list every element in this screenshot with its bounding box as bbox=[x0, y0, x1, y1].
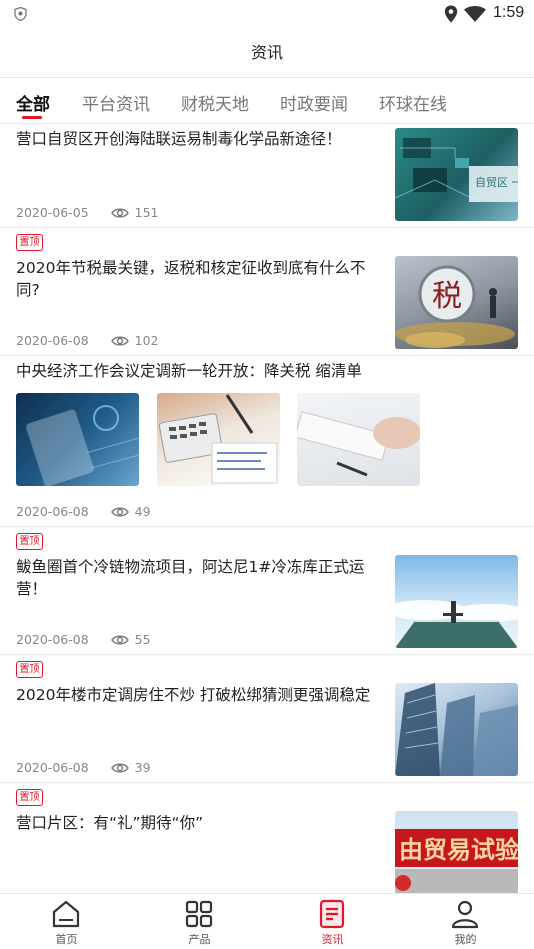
article-meta: 2020-06-08 102 bbox=[16, 333, 159, 348]
eye-icon bbox=[110, 763, 129, 772]
article-date: 2020-06-08 bbox=[16, 333, 89, 348]
article-title: 鲅鱼圈首个冷链物流项目，阿达尼1#冷冻库正式运营！ bbox=[16, 558, 365, 598]
article-date: 2020-06-05 bbox=[16, 205, 89, 220]
thumb-text: 由贸易试验 bbox=[399, 836, 518, 864]
nav-label: 我的 bbox=[454, 933, 477, 946]
nav-products[interactable]: 产品 bbox=[133, 894, 266, 949]
news-item[interactable]: 置顶 营口片区：有“礼”期待“你” 由贸易试验 bbox=[0, 783, 534, 893]
article-title: 中央经济工作会议定调新一轮开放：降关税 缩清单 bbox=[16, 362, 362, 380]
skyscrapers-image[interactable] bbox=[395, 683, 518, 776]
eye-icon bbox=[110, 208, 129, 217]
bottom-navigation: 首页 产品 资讯 我的 bbox=[0, 893, 534, 949]
news-feed[interactable]: 营口自贸区开创海陆联运易制毒化学品新途径！ 2020-06-05 151 自贸区… bbox=[0, 125, 534, 893]
home-icon bbox=[52, 900, 80, 928]
article-title: 营口自贸区开创海陆联运易制毒化学品新途径！ bbox=[16, 130, 342, 148]
category-tabs: 全部 平台资讯 财税天地 时政要闻 环球在线 bbox=[0, 78, 534, 124]
article-views: 55 bbox=[134, 632, 151, 647]
wifi-icon bbox=[464, 6, 486, 22]
pinned-badge: 置顶 bbox=[16, 234, 43, 251]
news-item[interactable]: 置顶 鲅鱼圈首个冷链物流项目，阿达尼1#冷冻库正式运营！ 2020-06-08 … bbox=[0, 527, 534, 655]
article-title: 2020年节税最关键，返税和核定征收到底有什么不同? bbox=[16, 259, 366, 299]
tax-coins-image[interactable]: 税 bbox=[395, 256, 518, 349]
article-title: 营口片区：有“礼”期待“你” bbox=[16, 814, 204, 832]
location-icon bbox=[444, 5, 458, 23]
person-icon bbox=[451, 900, 479, 929]
status-time: 1:59 bbox=[493, 4, 525, 21]
article-meta: 2020-06-08 55 bbox=[16, 632, 151, 647]
page-title: 资讯 bbox=[0, 30, 534, 78]
circuit-board-image[interactable]: 自贸区 一站式服 bbox=[395, 128, 518, 221]
article-meta: 2020-06-08 39 bbox=[16, 760, 151, 775]
thumb-text: 税 bbox=[432, 279, 462, 314]
nav-label: 产品 bbox=[188, 933, 211, 946]
tab-current-affairs[interactable]: 时政要闻 bbox=[280, 90, 348, 115]
calculator-document-image[interactable] bbox=[157, 393, 280, 486]
news-item[interactable]: 中央经济工作会议定调新一轮开放：降关税 缩清单 2020-06-08 49 bbox=[0, 356, 534, 527]
eye-icon bbox=[110, 507, 129, 516]
thumb-text: 自贸区 一站式服 bbox=[475, 175, 518, 189]
tab-platform-news[interactable]: 平台资讯 bbox=[82, 90, 150, 115]
article-views: 151 bbox=[134, 205, 159, 220]
building-roof-clouds-image[interactable] bbox=[395, 555, 518, 648]
article-views: 49 bbox=[134, 504, 151, 519]
shield-icon bbox=[14, 7, 27, 21]
status-bar: 1:59 bbox=[0, 0, 534, 30]
article-views: 39 bbox=[134, 760, 151, 775]
grid-icon bbox=[185, 900, 213, 928]
page-title-text: 资讯 bbox=[250, 43, 283, 62]
nav-label: 首页 bbox=[55, 933, 78, 946]
tab-global-online[interactable]: 环球在线 bbox=[379, 90, 447, 115]
pinned-badge: 置顶 bbox=[16, 533, 43, 550]
keyboard-hand-image[interactable] bbox=[297, 393, 420, 486]
tab-finance-tax[interactable]: 财税天地 bbox=[181, 90, 249, 115]
article-date: 2020-06-08 bbox=[16, 760, 89, 775]
article-title: 2020年楼市定调房住不炒 打破松绑猜测更强调稳定 bbox=[16, 686, 371, 704]
eye-icon bbox=[110, 336, 129, 345]
news-item[interactable]: 置顶 2020年楼市定调房住不炒 打破松绑猜测更强调稳定 2020-06-08 … bbox=[0, 655, 534, 783]
tablet-data-image[interactable] bbox=[16, 393, 139, 486]
document-icon bbox=[319, 899, 345, 929]
nav-label: 资讯 bbox=[321, 933, 344, 946]
nav-news[interactable]: 资讯 bbox=[266, 894, 399, 949]
news-item[interactable]: 置顶 2020年节税最关键，返税和核定征收到底有什么不同? 2020-06-08… bbox=[0, 228, 534, 356]
article-meta: 2020-06-08 49 bbox=[16, 504, 151, 519]
active-tab-indicator bbox=[22, 116, 42, 119]
news-item[interactable]: 营口自贸区开创海陆联运易制毒化学品新途径！ 2020-06-05 151 自贸区… bbox=[0, 125, 534, 228]
nav-mine[interactable]: 我的 bbox=[399, 894, 532, 949]
article-date: 2020-06-08 bbox=[16, 632, 89, 647]
article-meta: 2020-06-05 151 bbox=[16, 205, 159, 220]
nav-home[interactable]: 首页 bbox=[0, 894, 133, 949]
article-date: 2020-06-08 bbox=[16, 504, 89, 519]
tab-all[interactable]: 全部 bbox=[16, 90, 50, 115]
eye-icon bbox=[110, 635, 129, 644]
article-views: 102 bbox=[134, 333, 159, 348]
pinned-badge: 置顶 bbox=[16, 661, 43, 678]
free-trade-zone-sign-image[interactable]: 由贸易试验 bbox=[395, 811, 518, 893]
pinned-badge: 置顶 bbox=[16, 789, 43, 806]
